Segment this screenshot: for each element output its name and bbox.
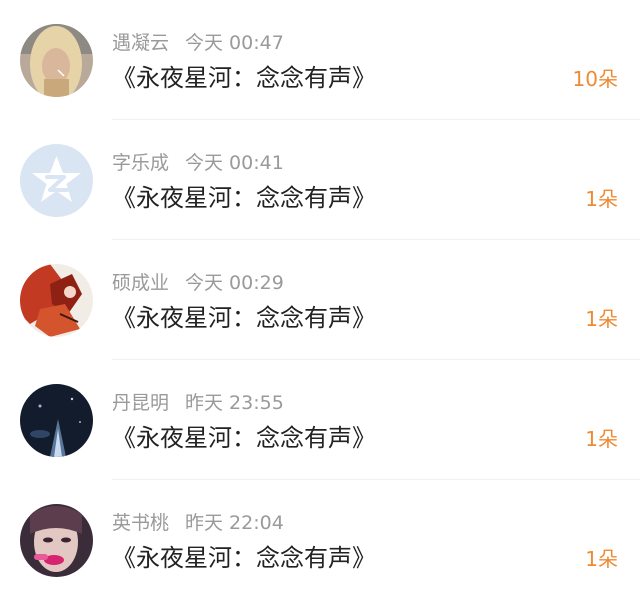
dark-night-photo-icon [20, 384, 93, 457]
default-star-avatar-icon [20, 144, 93, 217]
list-item[interactable]: 硕成业 今天 00:29 《永夜星河：念念有声》 1朵 [0, 240, 640, 360]
blonde-woman-photo-icon [20, 24, 93, 97]
gift-count: 1朵 [585, 427, 618, 451]
sender-meta: 硕成业 今天 00:29 [112, 271, 284, 295]
list-item[interactable]: 字乐成 今天 00:41 《永夜星河：念念有声》 1朵 [0, 120, 640, 240]
send-time: 昨天 23:55 [185, 392, 284, 414]
send-time: 昨天 22:04 [185, 512, 284, 534]
red-art-photo-icon [20, 264, 93, 337]
avatar[interactable] [20, 24, 93, 97]
gift-count: 1朵 [585, 547, 618, 571]
book-title[interactable]: 《永夜星河：念念有声》 [112, 302, 376, 334]
gift-count: 10朵 [572, 67, 618, 91]
sender-meta: 英书桃 昨天 22:04 [112, 511, 284, 535]
send-time: 今天 00:47 [185, 32, 284, 54]
list-item[interactable]: 英书桃 昨天 22:04 《永夜星河：念念有声》 1朵 [0, 480, 640, 595]
book-title[interactable]: 《永夜星河：念念有声》 [112, 422, 376, 454]
woman-pink-lips-photo-icon [20, 504, 93, 577]
send-time: 今天 00:41 [185, 152, 284, 174]
sender-name[interactable]: 丹昆明 [112, 392, 169, 414]
avatar[interactable] [20, 504, 93, 577]
gift-record-list: 遇凝云 今天 00:47 《永夜星河：念念有声》 10朵 字乐成 今天 00:41 … [0, 0, 640, 595]
sender-name[interactable]: 英书桃 [112, 512, 169, 534]
list-item[interactable]: 遇凝云 今天 00:47 《永夜星河：念念有声》 10朵 [0, 0, 640, 120]
sender-name[interactable]: 遇凝云 [112, 32, 169, 54]
avatar[interactable] [20, 144, 93, 217]
avatar[interactable] [20, 264, 93, 337]
book-title[interactable]: 《永夜星河：念念有声》 [112, 542, 376, 574]
sender-meta: 字乐成 今天 00:41 [112, 151, 284, 175]
sender-name[interactable]: 字乐成 [112, 152, 169, 174]
send-time: 今天 00:29 [185, 272, 284, 294]
gift-count: 1朵 [585, 187, 618, 211]
book-title[interactable]: 《永夜星河：念念有声》 [112, 62, 376, 94]
book-title[interactable]: 《永夜星河：念念有声》 [112, 182, 376, 214]
list-item[interactable]: 丹昆明 昨天 23:55 《永夜星河：念念有声》 1朵 [0, 360, 640, 480]
gift-count: 1朵 [585, 307, 618, 331]
avatar[interactable] [20, 384, 93, 457]
sender-name[interactable]: 硕成业 [112, 272, 169, 294]
sender-meta: 遇凝云 今天 00:47 [112, 31, 284, 55]
sender-meta: 丹昆明 昨天 23:55 [112, 391, 284, 415]
